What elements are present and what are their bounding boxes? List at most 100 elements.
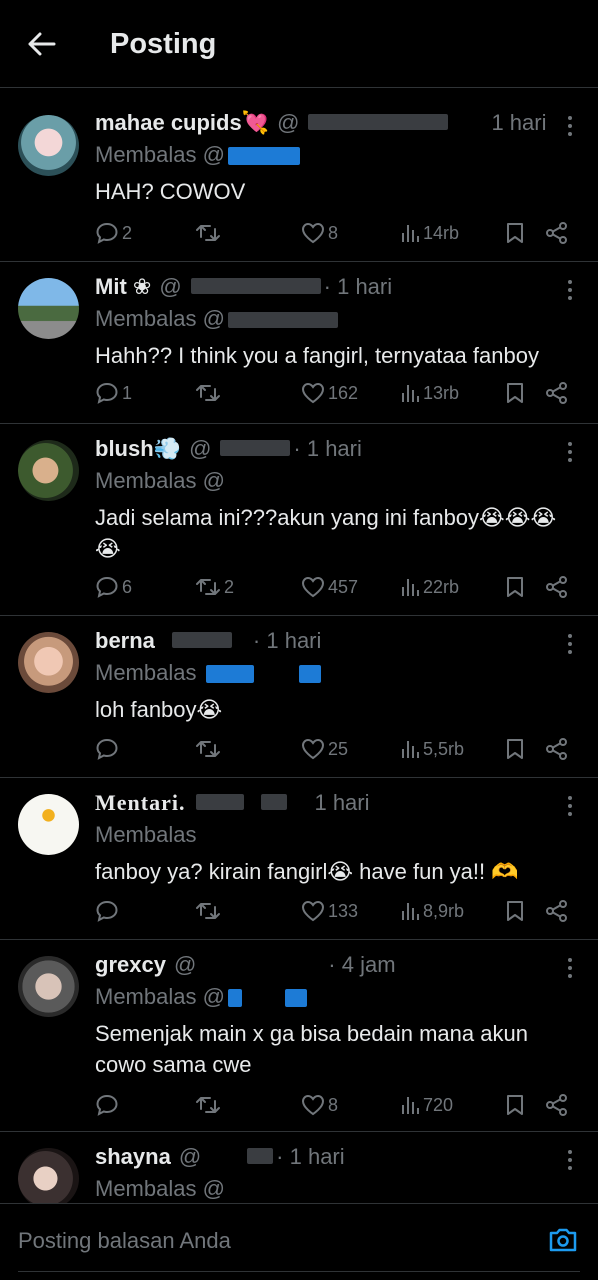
comment-icon <box>96 1094 118 1116</box>
redacted-mention[interactable] <box>299 665 322 684</box>
redacted-mention[interactable] <box>284 989 307 1008</box>
heart-icon <box>301 900 325 922</box>
reply-post[interactable]: grexcy @ · 4 jam Membalas @ Semenjak mai… <box>0 940 598 1132</box>
timestamp[interactable]: · 1 hari <box>293 436 361 462</box>
avatar[interactable] <box>18 440 79 501</box>
reply-button[interactable] <box>95 896 122 926</box>
views-button[interactable]: 14rb <box>400 218 459 248</box>
camera-icon[interactable] <box>548 1226 578 1259</box>
display-name[interactable]: blush💨 <box>95 436 181 462</box>
views-button[interactable]: 13rb <box>400 378 459 408</box>
views-button[interactable]: 5,5rb <box>400 734 464 764</box>
repost-button[interactable] <box>195 896 224 926</box>
more-options-icon[interactable] <box>558 630 582 658</box>
bookmark-button[interactable] <box>505 378 525 408</box>
timestamp[interactable]: · 1 hari <box>324 274 392 300</box>
share-button[interactable] <box>545 218 569 248</box>
share-icon <box>546 900 567 922</box>
back-arrow-icon[interactable] <box>24 26 60 62</box>
like-count: 8 <box>328 222 339 243</box>
display-name[interactable]: Mit ❀ <box>95 274 151 300</box>
like-button[interactable]: 162 <box>301 378 358 408</box>
avatar[interactable] <box>18 278 79 339</box>
bookmark-button[interactable] <box>505 1090 525 1120</box>
bookmark-button[interactable] <box>505 896 525 926</box>
like-button[interactable]: 8 <box>301 218 338 248</box>
reply-post[interactable]: Mentari. 1 hari Membalas fanboy ya? kira… <box>0 778 598 940</box>
more-options-icon[interactable] <box>558 954 582 982</box>
display-name[interactable]: shayna <box>95 1144 171 1170</box>
repost-button[interactable]: 2 <box>195 572 234 602</box>
bookmark-button[interactable] <box>505 218 525 248</box>
avatar[interactable] <box>18 956 79 1017</box>
reply-post[interactable]: Mit ❀ @ · 1 hari Membalas @ Hahh?? I thi… <box>0 262 598 424</box>
redacted-mention[interactable] <box>227 989 242 1008</box>
action-bar: 2 8 14rb <box>95 218 578 248</box>
heart-icon <box>301 576 325 598</box>
timestamp[interactable]: · 4 jam <box>328 952 395 978</box>
username[interactable]: @ <box>174 952 196 978</box>
like-button[interactable]: 8 <box>301 1090 338 1120</box>
views-button[interactable]: 22rb <box>400 572 459 602</box>
comment-icon <box>96 382 118 404</box>
views-button[interactable]: 720 <box>400 1090 453 1120</box>
more-options-icon[interactable] <box>558 438 582 466</box>
like-button[interactable]: 457 <box>301 572 358 602</box>
bookmark-icon <box>507 901 523 921</box>
more-options-icon[interactable] <box>558 276 582 304</box>
display-name[interactable]: Mentari. <box>95 790 185 816</box>
reply-button[interactable]: 6 <box>95 572 132 602</box>
username[interactable]: @ <box>277 110 299 136</box>
share-icon <box>546 738 567 760</box>
repost-button[interactable] <box>195 218 224 248</box>
more-options-icon[interactable] <box>558 792 582 820</box>
reply-count: 2 <box>122 222 133 243</box>
reply-input[interactable]: Posting balasan Anda <box>18 1228 231 1254</box>
display-name[interactable]: berna <box>95 628 155 654</box>
bookmark-button[interactable] <box>505 734 525 764</box>
avatar[interactable] <box>18 1148 79 1203</box>
redacted-mention[interactable] <box>227 147 300 166</box>
bookmark-icon <box>507 739 523 759</box>
display-name[interactable]: grexcy <box>95 952 166 978</box>
avatar[interactable] <box>18 794 79 855</box>
reply-post[interactable]: mahae cupids💘 @ 1 hari Membalas @ HAH? C… <box>0 88 598 262</box>
reply-button[interactable]: 1 <box>95 378 132 408</box>
views-button[interactable]: 8,9rb <box>400 896 464 926</box>
share-button[interactable] <box>545 896 569 926</box>
share-button[interactable] <box>545 1090 569 1120</box>
reply-post[interactable]: berna · 1 hari Membalas loh fanboy😭 25 5… <box>0 616 598 778</box>
share-button[interactable] <box>545 734 569 764</box>
views-icon <box>402 1097 419 1114</box>
username[interactable]: @ <box>159 274 181 300</box>
share-button[interactable] <box>545 572 569 602</box>
display-name[interactable]: mahae cupids💘 <box>95 110 269 136</box>
view-count: 8,9rb <box>423 900 465 921</box>
share-icon <box>546 382 567 404</box>
reply-button[interactable] <box>95 1090 122 1120</box>
like-button[interactable]: 25 <box>301 734 348 764</box>
repost-button[interactable] <box>195 1090 224 1120</box>
timestamp[interactable]: · 1 hari <box>276 1144 344 1170</box>
avatar[interactable] <box>18 632 79 693</box>
reply-button[interactable] <box>95 734 122 764</box>
avatar[interactable] <box>18 115 79 176</box>
more-options-icon[interactable] <box>558 112 582 140</box>
share-button[interactable] <box>545 378 569 408</box>
reply-button[interactable]: 2 <box>95 218 132 248</box>
username[interactable]: @ <box>189 436 211 462</box>
reply-post[interactable]: shayna @ · 1 hari Membalas @ <box>0 1132 598 1203</box>
timestamp[interactable]: 1 hari <box>491 110 546 136</box>
repost-button[interactable] <box>195 734 224 764</box>
like-button[interactable]: 133 <box>301 896 358 926</box>
reply-post[interactable]: blush💨 @ · 1 hari Membalas @ Jadi selama… <box>0 424 598 616</box>
timestamp[interactable]: 1 hari <box>314 790 369 816</box>
bookmark-button[interactable] <box>505 572 525 602</box>
repost-button[interactable] <box>195 378 224 408</box>
like-count: 162 <box>328 382 359 403</box>
username[interactable]: @ <box>179 1144 201 1170</box>
redacted-mention[interactable] <box>227 312 338 329</box>
more-options-icon[interactable] <box>558 1146 582 1174</box>
redacted-mention[interactable] <box>206 665 255 684</box>
timestamp[interactable]: · 1 hari <box>253 628 321 654</box>
